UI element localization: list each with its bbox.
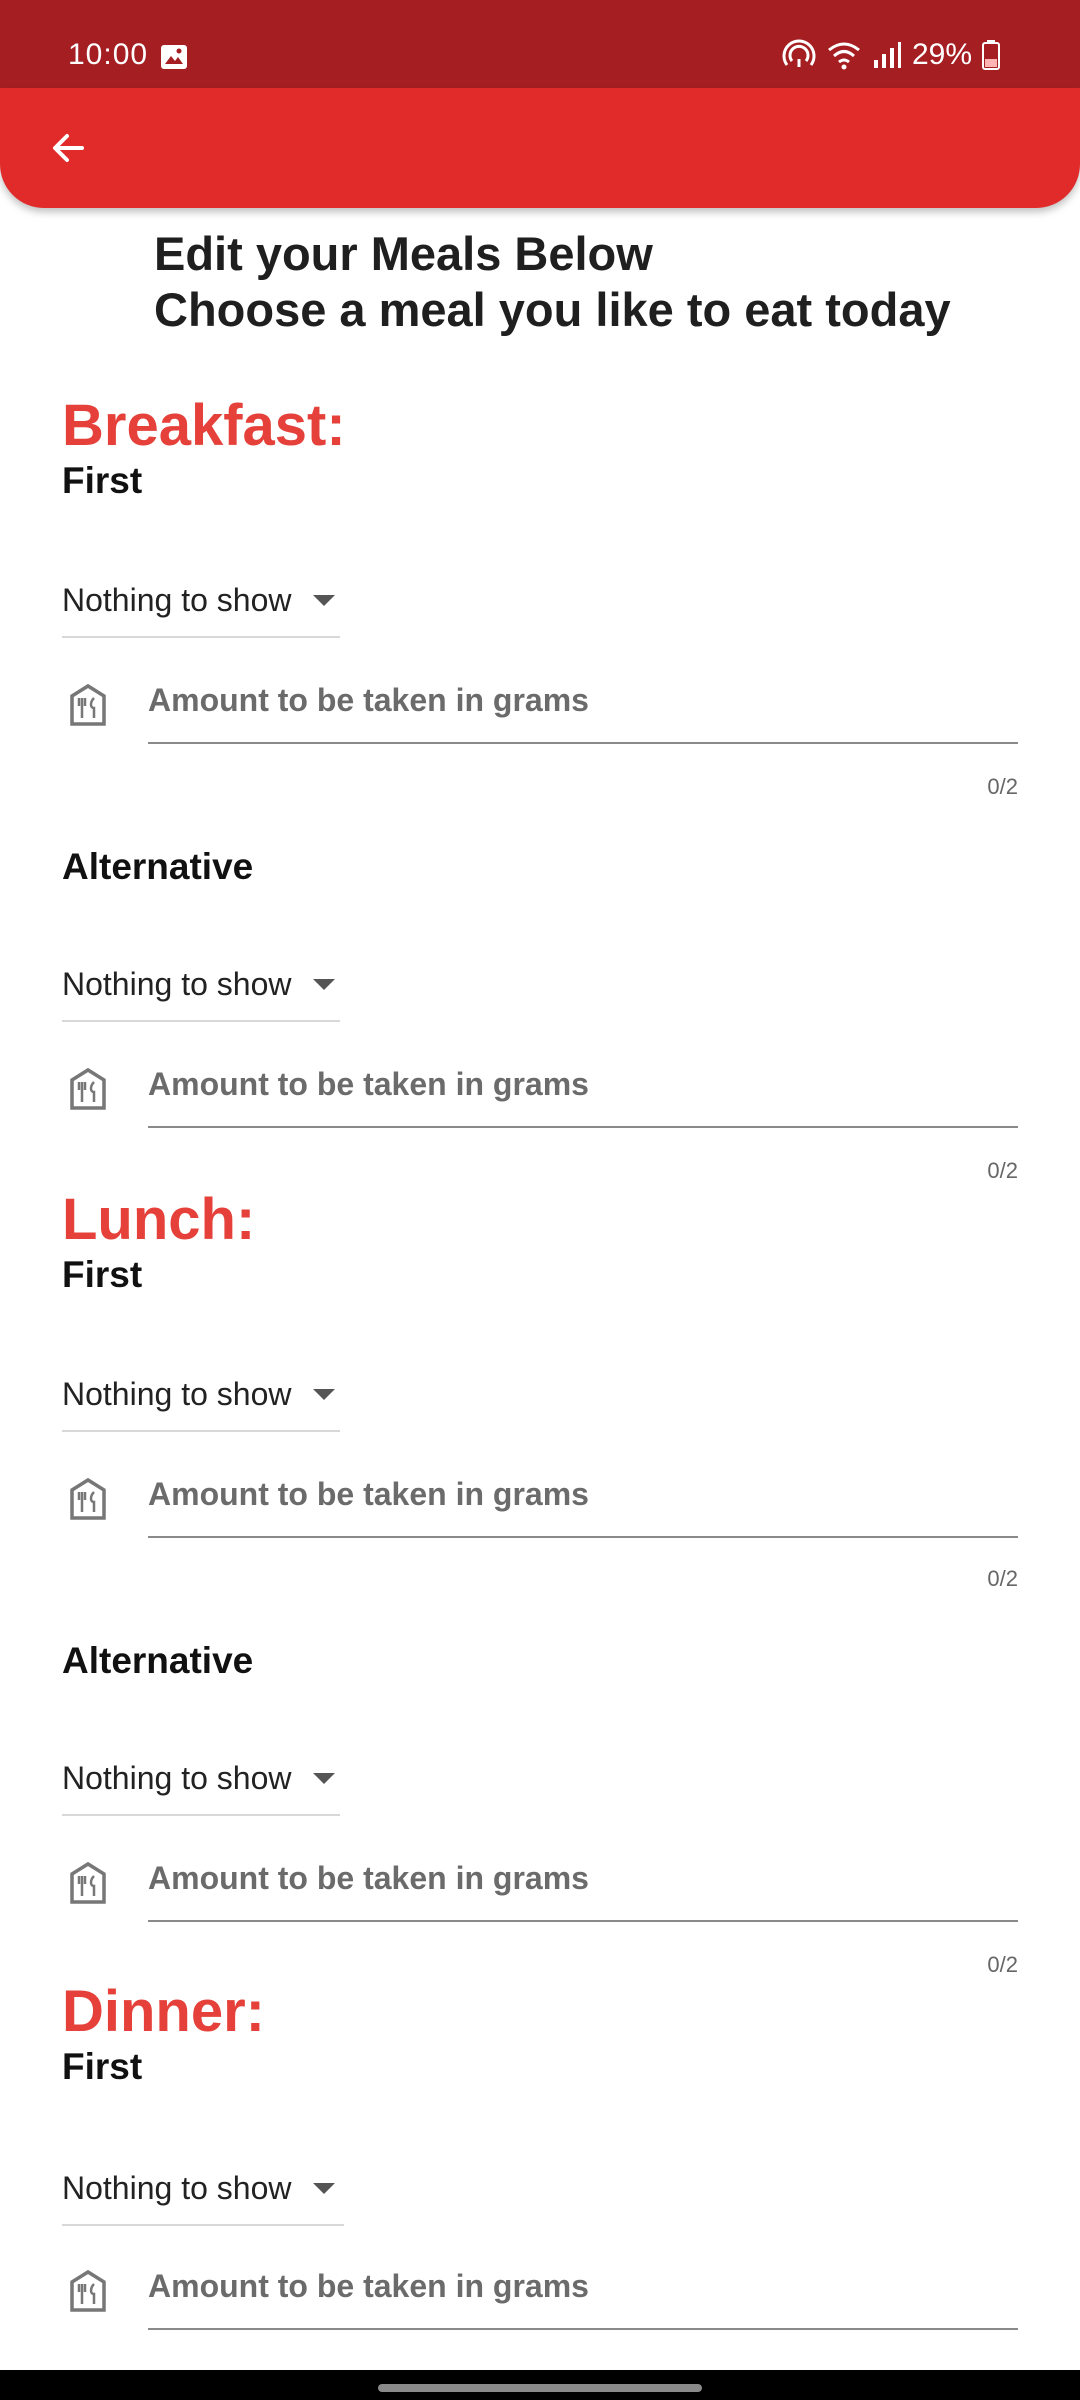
meal-dropdown[interactable]: Nothing to show <box>62 1358 340 1432</box>
signal-icon <box>873 42 901 68</box>
character-counter: 0/2 <box>987 1566 1018 1591</box>
status-time: 10:00 <box>68 38 149 71</box>
slot-label: First <box>62 2046 143 2087</box>
amount-placeholder: Amount to be taken in grams <box>148 1066 589 1102</box>
character-counter: 0/2 <box>987 774 1018 799</box>
meal-dropdown[interactable]: Nothing to show <box>62 564 340 638</box>
battery-icon <box>982 40 1000 70</box>
battery-percentage: 29% <box>911 38 972 71</box>
restaurant-menu-icon <box>70 683 106 726</box>
chevron-down-icon <box>313 1388 336 1400</box>
amount-input[interactable]: Amount to be taken in grams <box>148 1466 1018 1538</box>
character-counter: 0/2 <box>987 1952 1018 1977</box>
restaurant-menu-icon <box>70 1861 106 1904</box>
meal-dropdown[interactable]: Nothing to show <box>62 1742 340 1816</box>
amount-placeholder: Amount to be taken in grams <box>148 682 589 718</box>
chevron-down-icon <box>313 1772 336 1784</box>
page-heading: Edit your Meals Below Choose a meal you … <box>154 226 1054 338</box>
dropdown-value: Nothing to show <box>62 2169 292 2206</box>
character-counter: 0/2 <box>987 1158 1018 1183</box>
slot-label: Alternative <box>62 846 254 887</box>
amount-input[interactable]: Amount to be taken in grams <box>148 1850 1018 1922</box>
amount-input[interactable]: Amount to be taken in grams <box>148 1056 1018 1128</box>
app-bar <box>0 88 1080 208</box>
home-gesture-handle[interactable] <box>378 2384 702 2392</box>
wifi-icon <box>828 42 860 70</box>
status-indicators: 29% <box>782 38 1000 72</box>
amount-input[interactable]: Amount to be taken in grams <box>148 2258 1018 2330</box>
chevron-down-icon <box>313 594 336 606</box>
restaurant-menu-icon <box>70 1477 106 1520</box>
restaurant-menu-icon <box>70 2269 106 2312</box>
slot-label: First <box>62 460 143 501</box>
back-button[interactable] <box>36 116 100 180</box>
chevron-down-icon <box>313 2182 336 2194</box>
dropdown-value: Nothing to show <box>62 1759 292 1796</box>
status-bar: 10:00 29% <box>0 0 1080 88</box>
restaurant-menu-icon <box>70 1067 106 1110</box>
slot-label: Alternative <box>62 1640 254 1681</box>
dropdown-value: Nothing to show <box>62 581 292 618</box>
hotspot-icon <box>782 39 816 67</box>
amount-placeholder: Amount to be taken in grams <box>148 1476 589 1512</box>
chevron-down-icon <box>313 978 336 990</box>
meal-title-dinner: Dinner: <box>62 1979 265 2044</box>
meal-title-lunch: Lunch: <box>62 1187 256 1252</box>
arrow-left-icon <box>53 134 84 162</box>
meal-dropdown[interactable]: Nothing to show <box>62 948 340 1022</box>
amount-placeholder: Amount to be taken in grams <box>148 2268 589 2304</box>
heading-line-1: Edit your Meals Below <box>154 227 653 280</box>
amount-placeholder: Amount to be taken in grams <box>148 1860 589 1896</box>
dropdown-value: Nothing to show <box>62 1375 292 1412</box>
slot-label: First <box>62 1254 143 1295</box>
amount-input[interactable]: Amount to be taken in grams <box>148 672 1018 744</box>
dropdown-value: Nothing to show <box>62 965 292 1002</box>
meal-dropdown[interactable]: Nothing to show <box>62 2152 344 2226</box>
gallery-icon <box>161 45 187 69</box>
meal-title-breakfast: Breakfast: <box>62 393 346 458</box>
heading-line-2: Choose a meal you like to eat today <box>154 283 951 336</box>
